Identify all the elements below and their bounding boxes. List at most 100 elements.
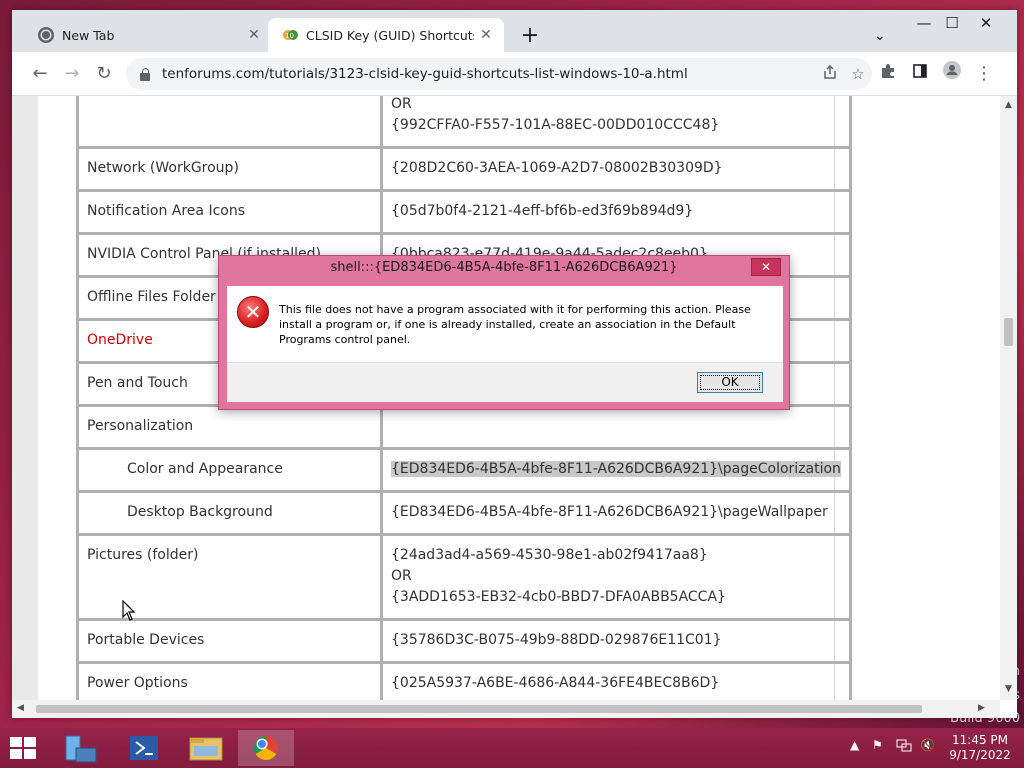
- row-guid-cell: {025A5937-A6BE-4686-A844-36FE4BEC8B6D}: [380, 661, 852, 700]
- star-icon[interactable]: ☆: [844, 65, 872, 83]
- row-name: Network (WorkGroup): [87, 160, 239, 176]
- server-manager-icon[interactable]: [54, 730, 110, 766]
- menu-icon[interactable]: ⋮: [970, 60, 998, 88]
- dialog-title: shell:::{ED834ED6-4B5A-4bfe-8F11-A626DCB…: [330, 260, 678, 275]
- maximize-button[interactable]: ☐: [936, 12, 968, 36]
- guid-line: [391, 416, 841, 437]
- row-name: Color and Appearance: [127, 461, 283, 477]
- tab-new-tab[interactable]: New Tab ✕: [24, 18, 272, 52]
- back-button[interactable]: ←: [26, 60, 54, 88]
- tab-search-icon[interactable]: ⌄: [874, 28, 886, 44]
- row-name-cell: Network (WorkGroup): [76, 146, 383, 192]
- row-name: Notification Area Icons: [87, 203, 246, 219]
- new-tab-button[interactable]: +: [516, 24, 544, 52]
- address-bar[interactable]: tenforums.com/tutorials/3123-clsid-key-g…: [126, 58, 872, 90]
- table-row: Desktop Background {ED834ED6-4B5A-4bfe-8F…: [76, 490, 852, 536]
- table-row: Pictures (folder) {24ad3ad4-a569-4530-98e…: [76, 533, 852, 621]
- tenforums-favicon-icon: 10: [283, 30, 298, 40]
- guid-line: OR: [391, 96, 412, 112]
- error-dialog: shell:::{ED834ED6-4B5A-4bfe-8F11-A626DCB…: [218, 255, 790, 410]
- sidepanel-icon[interactable]: [906, 60, 934, 88]
- table-row: Network (WorkGroup) {208D2C60-3AEA-1069-A…: [76, 146, 852, 192]
- taskbar-clock[interactable]: 11:45 PM 9/17/2022: [944, 733, 1016, 763]
- table-row: Notification Area Icons {05d7b0f4-2121-4e…: [76, 189, 852, 235]
- dialog-footer: OK: [227, 362, 783, 402]
- dialog-close-button[interactable]: ✕: [751, 258, 781, 276]
- flag-icon[interactable]: ⚑: [872, 738, 883, 752]
- guid-line: {208D2C60-3AEA-1069-A2D7-08002B30309D}: [391, 160, 723, 176]
- tab-clsid-list[interactable]: 10 CLSID Key (GUID) Shortcuts List f ✕: [268, 18, 504, 52]
- row-name: Desktop Background: [127, 504, 273, 520]
- powershell-icon[interactable]: [116, 730, 172, 766]
- dialog-body: ✕ This file does not have a program asso…: [227, 286, 783, 362]
- row-name: Pen and Touch: [87, 375, 188, 391]
- lock-icon[interactable]: [138, 67, 152, 81]
- chrome-logo-icon: [254, 736, 278, 760]
- scroll-down-icon[interactable]: ▼: [1000, 684, 1017, 694]
- row-name-cell: Color and Appearance: [76, 447, 383, 493]
- scroll-left-icon[interactable]: ◀: [17, 703, 24, 713]
- tab-strip: New Tab ✕ 10 CLSID Key (GUID) Shortcuts …: [12, 10, 1017, 52]
- chevron-up-icon[interactable]: ▲: [850, 738, 859, 752]
- selected-text: {ED834ED6-4B5A-4bfe-8F11-A626DCB6A921}\p…: [391, 461, 841, 477]
- guid-line: {ED834ED6-4B5A-4bfe-8F11-A626DCB6A921}\p…: [391, 504, 828, 520]
- guid-line: {24ad3ad4-a569-4530-98e1-ab02f9417aa8}: [391, 547, 708, 563]
- ok-button[interactable]: OK: [697, 372, 763, 393]
- forward-button[interactable]: →: [58, 60, 86, 88]
- tab-close-icon[interactable]: ✕: [242, 27, 266, 43]
- scroll-right-icon[interactable]: ▶: [978, 703, 985, 713]
- vertical-scrollbar[interactable]: ▲ ▼: [1000, 96, 1017, 700]
- row-guid-cell: {ED834ED6-4B5A-4bfe-8F11-A626DCB6A921}\p…: [380, 490, 852, 536]
- file-explorer-icon[interactable]: [178, 730, 234, 766]
- table-row: Portable Devices {35786D3C-B075-49b9-88DD…: [76, 618, 852, 664]
- scrollbar-thumb[interactable]: [36, 705, 922, 713]
- row-name-cell: [76, 96, 383, 149]
- volume-muted-icon[interactable]: 🔇: [920, 738, 935, 752]
- row-name-cell: Portable Devices: [76, 618, 383, 664]
- row-name: Personalization: [87, 418, 194, 434]
- scrollbar-thumb[interactable]: [1004, 318, 1013, 346]
- page-margin-left: [12, 96, 38, 700]
- guid-line: {ED834ED6-4B5A-4bfe-8F11-A626DCB6A921}\p…: [391, 459, 841, 480]
- network-icon[interactable]: [896, 738, 912, 755]
- row-name: Portable Devices: [87, 632, 205, 648]
- scroll-up-icon[interactable]: ▲: [1000, 100, 1017, 110]
- guid-line: {992CFFA0-F557-101A-88EC-00DD010CCC48}: [391, 117, 720, 133]
- share-icon[interactable]: [816, 64, 844, 84]
- page-margin-right: [834, 96, 1000, 700]
- row-name-cell: Personalization: [76, 404, 383, 450]
- table-row: Power Options {025A5937-A6BE-4686-A844-36…: [76, 661, 852, 700]
- row-name-cell: Notification Area Icons: [76, 189, 383, 235]
- row-guid-cell: OR {992CFFA0-F557-101A-88EC-00DD010CCC48}: [380, 96, 852, 149]
- row-name: Offline Files Folder: [87, 289, 216, 305]
- guid-line: {35786D3C-B075-49b9-88DD-029876E11C01}: [391, 632, 722, 648]
- row-guid-cell: [380, 404, 852, 450]
- error-icon: ✕: [237, 296, 269, 328]
- row-name: Pictures (folder): [87, 547, 199, 563]
- table-row: Personalization: [76, 404, 852, 450]
- clock-date: 9/17/2022: [949, 748, 1011, 762]
- row-name: Power Options: [87, 675, 188, 691]
- row-guid-cell: {05d7b0f4-2121-4eff-bf6b-ed3f69b894d9}: [380, 189, 852, 235]
- row-name-cell: Power Options: [76, 661, 383, 700]
- tab-close-icon[interactable]: ✕: [474, 27, 498, 43]
- start-button[interactable]: [10, 737, 38, 761]
- close-window-button[interactable]: ✕: [970, 12, 1002, 36]
- mouse-cursor-icon: [122, 600, 136, 621]
- extensions-icon[interactable]: [874, 60, 902, 88]
- chrome-icon: [38, 27, 54, 43]
- tab-title: New Tab: [62, 27, 115, 43]
- profile-icon[interactable]: [938, 60, 966, 88]
- row-guid-cell: {24ad3ad4-a569-4530-98e1-ab02f9417aa8} OR…: [380, 533, 852, 621]
- onedrive-link[interactable]: OneDrive: [87, 332, 153, 348]
- table-row: OR {992CFFA0-F557-101A-88EC-00DD010CCC48}: [76, 96, 852, 149]
- table-row: Color and Appearance {ED834ED6-4B5A-4bfe-…: [76, 447, 852, 493]
- chrome-icon[interactable]: [238, 730, 294, 766]
- reload-button[interactable]: ↻: [90, 60, 118, 88]
- clock-time: 11:45 PM: [952, 733, 1008, 747]
- guid-line: {025A5937-A6BE-4686-A844-36FE4BEC8B6D}: [391, 675, 720, 691]
- taskbar: ▲ ⚑ 🔇 11:45 PM 9/17/2022: [0, 728, 1024, 768]
- url-text[interactable]: tenforums.com/tutorials/3123-clsid-key-g…: [162, 66, 816, 82]
- horizontal-scrollbar[interactable]: ◀ ▶: [12, 700, 1000, 718]
- browser-toolbar: ← → ↻ tenforums.com/tutorials/3123-clsid…: [12, 52, 1017, 96]
